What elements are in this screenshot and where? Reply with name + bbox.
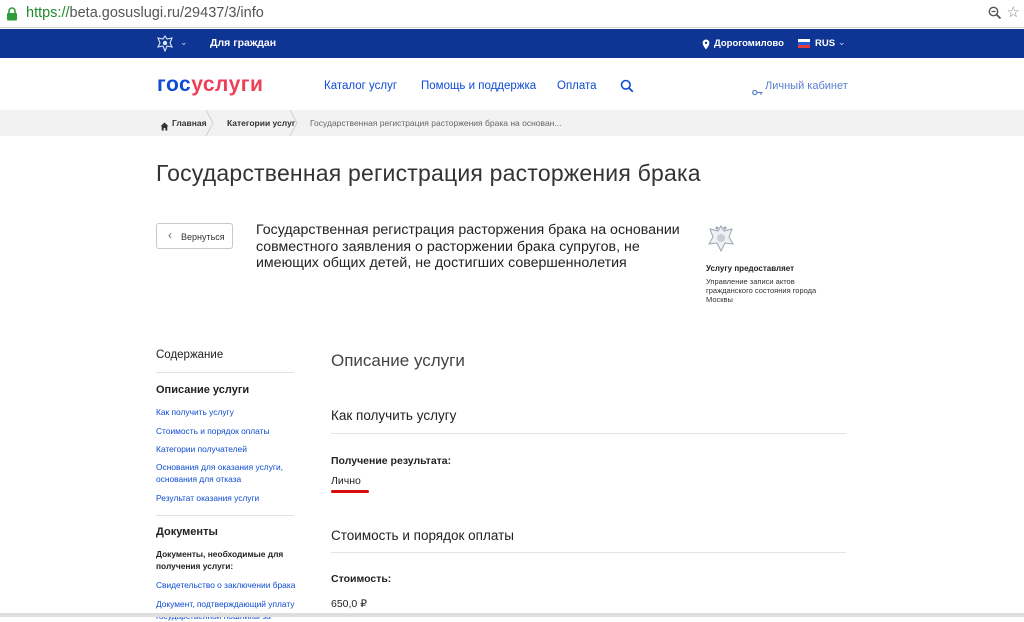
breadcrumb-home[interactable]: Главная bbox=[172, 118, 207, 128]
zoom-icon[interactable] bbox=[988, 6, 1002, 25]
divider bbox=[331, 433, 846, 434]
section-heading-description: Описание услуги bbox=[331, 351, 465, 370]
for-citizens-menu[interactable]: Для граждан bbox=[210, 37, 276, 49]
nav-payment[interactable]: Оплата bbox=[557, 80, 597, 92]
language-selector[interactable]: RUS bbox=[815, 38, 835, 49]
toc-link-grounds[interactable]: Основания для оказания услуги, основания… bbox=[156, 461, 296, 485]
chevron-left-icon: ‹ bbox=[168, 228, 172, 242]
logo-part-uslugi: услуги bbox=[191, 73, 264, 96]
red-underline-annotation bbox=[331, 490, 369, 493]
breadcrumb: Главная Категории услуг Государственная … bbox=[0, 110, 1024, 136]
search-icon[interactable] bbox=[620, 79, 634, 98]
gosuslugi-logo[interactable]: госуслуги bbox=[157, 73, 263, 97]
toc-section-documents[interactable]: Документы bbox=[156, 526, 218, 538]
divider bbox=[156, 372, 294, 373]
logo-part-gos: гос bbox=[157, 73, 192, 96]
nav-help[interactable]: Помощь и поддержка bbox=[421, 80, 536, 92]
result-label: Получение результата: bbox=[331, 455, 452, 467]
url-path: beta.gosuslugi.ru/29437/3/info bbox=[69, 5, 264, 21]
divider bbox=[156, 515, 294, 516]
bookmark-star-icon[interactable]: ☆ bbox=[1007, 5, 1020, 20]
location-selector[interactable]: Дорогомилово bbox=[714, 38, 784, 49]
breadcrumb-categories[interactable]: Категории услуг bbox=[227, 118, 295, 128]
toc-link-result[interactable]: Результат оказания услуги bbox=[156, 492, 296, 504]
home-icon bbox=[160, 118, 169, 136]
russian-flag-icon bbox=[798, 39, 810, 48]
service-full-name: Государственная регистрация расторжения … bbox=[256, 222, 680, 271]
toc-link-fee-document[interactable]: Документ, подтверждающий уплату государс… bbox=[156, 598, 296, 622]
toc-link-marriage-certificate[interactable]: Свидетельство о заключении брака bbox=[156, 579, 296, 591]
provider-name: Управление записи актов гражданского сос… bbox=[706, 277, 817, 304]
lock-icon bbox=[6, 7, 18, 26]
key-icon bbox=[752, 83, 763, 101]
coat-of-arms-icon bbox=[706, 223, 736, 258]
browser-address-bar[interactable]: https://beta.gosuslugi.ru/29437/3/info ☆ bbox=[0, 0, 1024, 28]
breadcrumb-separator bbox=[289, 110, 298, 136]
back-button-label: Вернуться bbox=[181, 232, 225, 242]
url-scheme: https:// bbox=[26, 5, 70, 21]
horizontal-scrollbar[interactable] bbox=[0, 613, 1024, 617]
breadcrumb-current: Государственная регистрация расторжения … bbox=[310, 118, 562, 128]
toc-section-description[interactable]: Описание услуги bbox=[156, 384, 249, 396]
provider-heading: Услугу предоставляет bbox=[706, 264, 795, 273]
toc-required-documents: Документы, необходимые для получения усл… bbox=[156, 549, 284, 571]
cost-label: Стоимость: bbox=[331, 573, 392, 585]
url-text[interactable]: https://beta.gosuslugi.ru/29437/3/info bbox=[26, 5, 264, 21]
back-button[interactable]: ‹ Вернуться bbox=[156, 223, 233, 249]
page-title: Государственная регистрация расторжения … bbox=[156, 160, 701, 186]
result-value: Лично bbox=[331, 475, 361, 487]
cost-heading: Стоимость и порядок оплаты bbox=[331, 528, 514, 543]
cost-value: 650,0 ₽ bbox=[331, 598, 367, 610]
chevron-down-icon[interactable]: ⌄ bbox=[838, 37, 846, 48]
personal-account-link[interactable]: Личный кабинет bbox=[765, 80, 848, 92]
toc-link-recipients[interactable]: Категории получателей bbox=[156, 443, 296, 455]
chevron-down-icon[interactable]: ⌄ bbox=[269, 36, 277, 47]
how-to-get-heading: Как получить услугу bbox=[331, 408, 457, 423]
chevron-down-icon[interactable]: ⌄ bbox=[180, 37, 188, 48]
top-bar: ⌄ Для граждан ⌄ Дорогомилово RUS ⌄ bbox=[0, 29, 1024, 58]
emblem-icon[interactable] bbox=[156, 35, 174, 57]
site-header: госуслуги Каталог услуг Помощь и поддерж… bbox=[0, 58, 1024, 110]
breadcrumb-separator bbox=[205, 110, 214, 136]
toc-link-cost[interactable]: Стоимость и порядок оплаты bbox=[156, 425, 296, 437]
contents-title: Содержание bbox=[156, 349, 224, 361]
toc-link-how-to-get[interactable]: Как получить услугу bbox=[156, 406, 296, 418]
divider bbox=[331, 552, 846, 553]
location-pin-icon bbox=[702, 37, 710, 55]
nav-catalog[interactable]: Каталог услуг bbox=[324, 80, 397, 92]
